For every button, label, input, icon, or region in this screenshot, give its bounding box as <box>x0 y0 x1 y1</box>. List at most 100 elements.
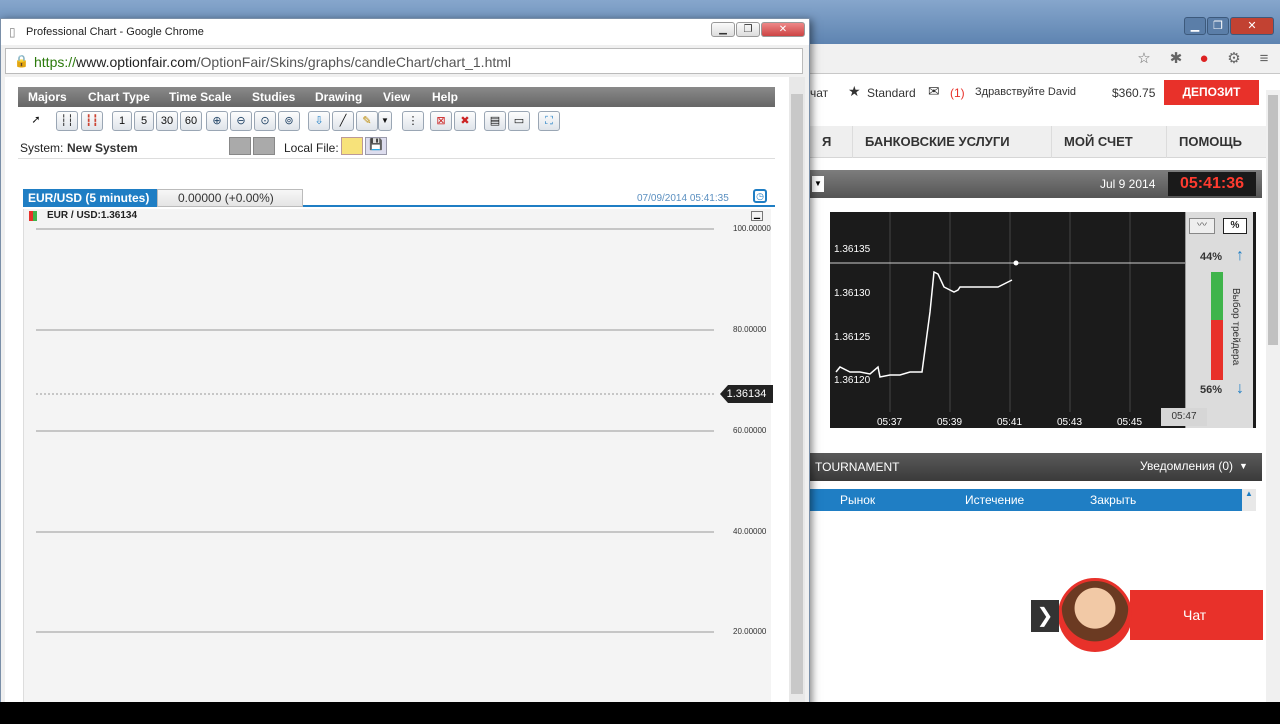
menu-chart-type[interactable]: Chart Type <box>88 90 150 104</box>
column-header-close[interactable]: Закрыть <box>1090 493 1136 507</box>
minimize-panel-icon[interactable]: ▁ <box>751 211 763 221</box>
clock-icon[interactable]: ◷ <box>753 189 767 203</box>
window-icon[interactable]: ▭ <box>508 111 530 131</box>
system-save-icon[interactable] <box>229 137 251 155</box>
popup-url[interactable]: https://www.optionfair.com/OptionFair/Sk… <box>34 54 511 70</box>
main-chart-area[interactable]: 100.00000 80.00000 60.00000 40.00000 20.… <box>23 209 771 719</box>
save-file-icon[interactable]: 💾 <box>365 137 387 155</box>
greeting-menu[interactable]: Здравствуйте David <box>975 86 1076 98</box>
minimize-button[interactable]: ▁ <box>1184 17 1206 35</box>
y-tick: 40.00000 <box>733 527 767 536</box>
timeframe-5-button[interactable]: 5 <box>134 111 154 131</box>
timeframe-60-button[interactable]: 60 <box>180 111 202 131</box>
column-header-expiry[interactable]: Истечение <box>965 493 1024 507</box>
lock-icon: 🔒 <box>14 54 29 68</box>
bar-chart-icon[interactable]: ┆┆ <box>56 111 78 131</box>
chevron-right-icon[interactable]: ❯ <box>1031 600 1059 632</box>
system-label: System: <box>20 141 64 155</box>
popup-scrollbar-thumb[interactable] <box>791 94 803 694</box>
deposit-button[interactable]: ДЕПОЗИТ <box>1164 80 1259 105</box>
close-button[interactable]: ✕ <box>1230 17 1274 35</box>
page-icon: ▯ <box>9 25 16 39</box>
maximize-button[interactable]: ❐ <box>1207 17 1229 35</box>
tournament-label[interactable]: TOURNAMENT <box>815 460 899 474</box>
arrow-up-icon[interactable]: ↑ <box>1236 247 1244 265</box>
chat-agent-avatar[interactable] <box>1058 578 1132 652</box>
x-tick: 05:39 <box>937 417 962 428</box>
table-scroll-up-icon[interactable]: ▲ <box>1242 489 1256 511</box>
settings-gear-icon[interactable]: ⚙ <box>1225 50 1243 68</box>
fullscreen-icon[interactable]: ⛶ <box>538 111 560 131</box>
popup-maximize-button[interactable]: ❐ <box>736 22 760 37</box>
page-scrollbar-thumb[interactable] <box>1268 95 1278 345</box>
line-tool-icon[interactable]: ╱ <box>332 111 354 131</box>
notifications-dropdown[interactable]: Уведомления (0) <box>1140 459 1233 473</box>
nav-item-my-account[interactable]: МОЙ СЧЕТ <box>1051 126 1145 158</box>
site-nav: Я БАНКОВСКИЕ УСЛУГИ МОЙ СЧЕТ ПОМОЩЬ <box>810 126 1270 158</box>
put-bar <box>1211 320 1223 380</box>
percent-toggle-button[interactable]: % <box>1223 218 1247 234</box>
menu-time-scale[interactable]: Time Scale <box>169 90 231 104</box>
zoom-in-icon[interactable]: ⊕ <box>206 111 228 131</box>
opera-icon[interactable]: ● <box>1195 50 1213 68</box>
envelope-icon[interactable]: ✉ <box>928 83 940 100</box>
delete-all-icon[interactable]: ✖ <box>454 111 476 131</box>
column-header-market[interactable]: Рынок <box>840 493 875 507</box>
series-legend: EUR / USD:1.36134 <box>47 210 138 221</box>
tab-eurusd[interactable]: EUR/USD (5 minutes) <box>23 189 157 207</box>
menu-view[interactable]: View <box>383 90 410 104</box>
asset-dropdown-icon[interactable]: ▼ <box>812 176 824 192</box>
y-tick: 100.00000 <box>733 224 771 233</box>
y-tick: 1.36135 <box>834 244 871 255</box>
menu-icon[interactable]: ≡ <box>1255 50 1273 68</box>
zoom-reset-icon[interactable]: ⊚ <box>278 111 300 131</box>
x-tick: 05:45 <box>1117 417 1142 428</box>
y-tick: 80.00000 <box>733 325 767 334</box>
chat-label[interactable]: Чат <box>1183 607 1206 623</box>
pencil-dropdown-icon[interactable]: ▼ <box>378 111 392 131</box>
menu-majors[interactable]: Majors <box>28 90 67 104</box>
extension-icon[interactable]: ✱ <box>1167 50 1185 68</box>
zoom-out-icon[interactable]: ⊖ <box>230 111 252 131</box>
account-type[interactable]: Standard <box>867 86 916 100</box>
grid-icon[interactable]: ⋮ <box>402 111 424 131</box>
trade-date: Jul 9 2014 <box>1100 177 1156 191</box>
timeframe-1-button[interactable]: 1 <box>112 111 132 131</box>
current-price-point <box>1013 260 1019 266</box>
menu-drawing[interactable]: Drawing <box>315 90 362 104</box>
menu-studies[interactable]: Studies <box>252 90 295 104</box>
nav-item-help[interactable]: ПОМОЩЬ <box>1166 126 1254 158</box>
put-percentage: 56% <box>1200 384 1223 396</box>
menu-help[interactable]: Help <box>432 90 458 104</box>
message-count[interactable]: (1) <box>950 86 965 100</box>
pencil-icon[interactable]: ✎ <box>356 111 378 131</box>
menu-bar: Majors Chart Type Time Scale Studies Dra… <box>18 87 775 107</box>
star-icon[interactable]: ☆ <box>1135 50 1153 68</box>
timeframe-30-button[interactable]: 30 <box>156 111 178 131</box>
delete-selected-icon[interactable]: ⊠ <box>430 111 452 131</box>
pointer-icon[interactable]: ➚ <box>28 111 44 131</box>
zoom-fit-icon[interactable]: ⊙ <box>254 111 276 131</box>
bottom-black-bar <box>0 702 1280 720</box>
popup-address-bar[interactable]: 🔒 https://www.optionfair.com/OptionFair/… <box>5 48 803 74</box>
open-folder-icon[interactable] <box>341 137 363 155</box>
candle-chart-icon[interactable]: ┇┇ <box>81 111 103 131</box>
chart-timestamp: 07/09/2014 05:41:35 <box>637 193 729 204</box>
chevron-down-icon[interactable]: ▼ <box>1239 461 1248 471</box>
y-tick: 1.36120 <box>834 375 871 386</box>
download-icon[interactable]: ⇩ <box>308 111 330 131</box>
popup-close-button[interactable]: ✕ <box>761 22 805 37</box>
print-icon[interactable]: ▤ <box>484 111 506 131</box>
arrow-down-icon[interactable]: ↓ <box>1236 380 1244 398</box>
system-load-icon[interactable] <box>253 137 275 155</box>
chat-short-link[interactable]: чат <box>810 86 828 100</box>
system-value[interactable]: New System <box>67 141 138 155</box>
nav-item-banking[interactable]: БАНКОВСКИЕ УСЛУГИ <box>852 126 1022 158</box>
line-chart-icon[interactable]: 〰 <box>1189 218 1215 234</box>
tab-change-display: 0.00000 (+0.00%) <box>157 189 303 207</box>
nav-item-0[interactable]: Я <box>810 126 843 158</box>
x-tick: 05:37 <box>877 417 902 428</box>
popup-minimize-button[interactable]: ▁ <box>711 22 735 37</box>
trader-choice-label: Выбор трейдера <box>1230 288 1241 366</box>
popup-title: Professional Chart - Google Chrome <box>26 26 204 38</box>
